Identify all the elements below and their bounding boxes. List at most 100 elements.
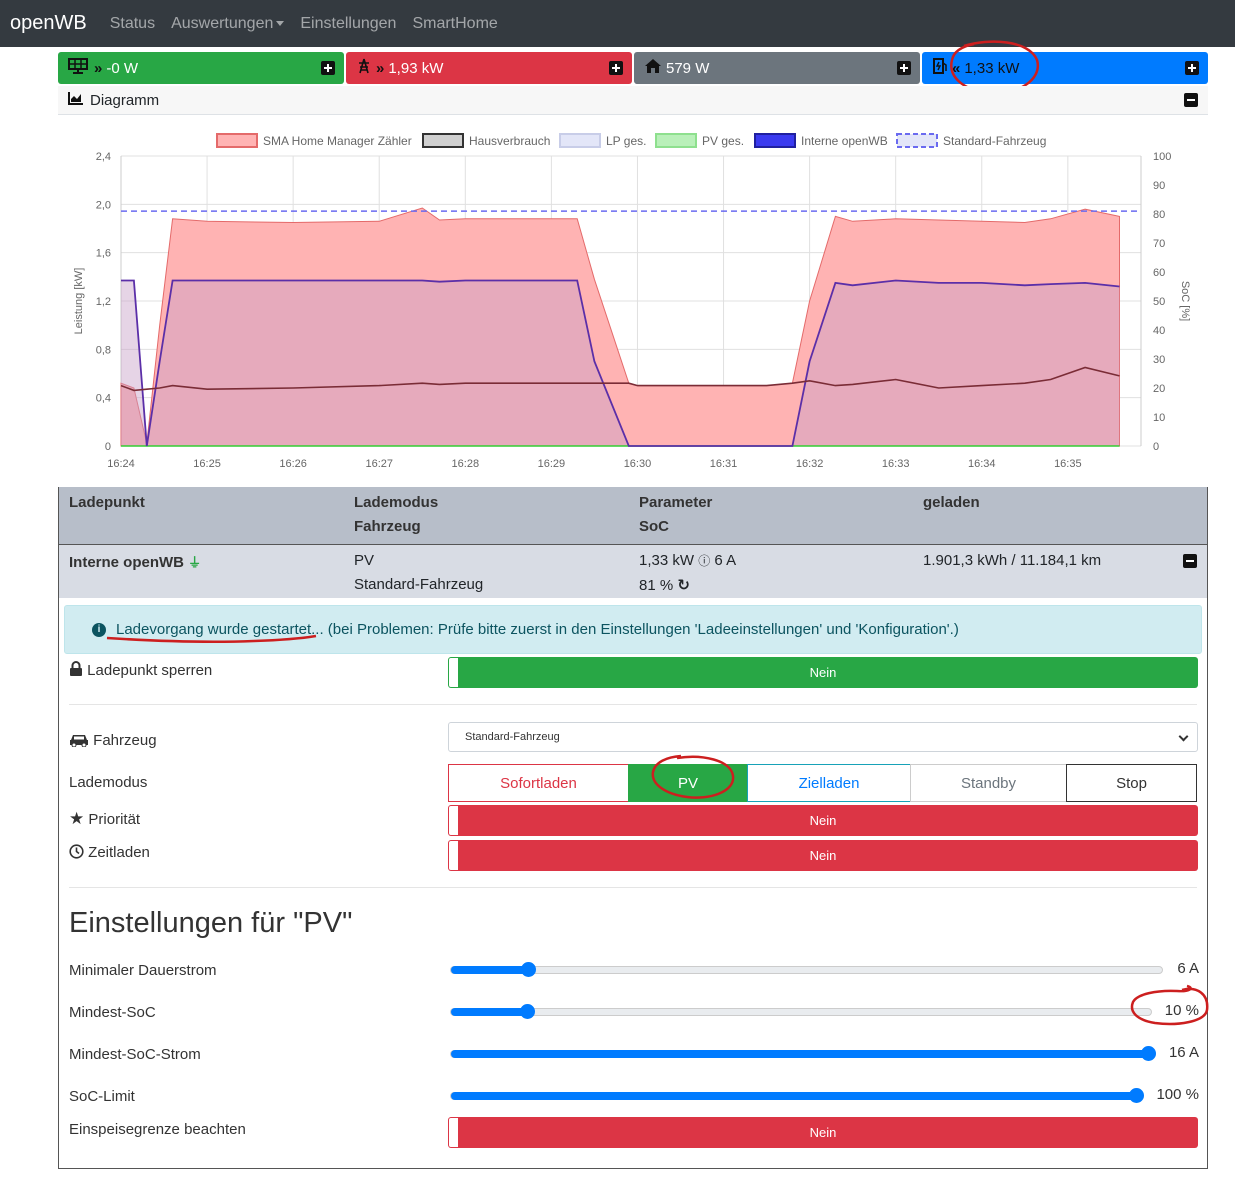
nav-einstellungen[interactable]: Einstellungen xyxy=(300,15,396,33)
x-tick-label: 16:28 xyxy=(452,458,480,470)
tile-grid-value: 1,93 kW xyxy=(388,59,444,77)
row-vehicle: Standard-Fahrzeug xyxy=(354,576,484,593)
plus-square-icon[interactable] xyxy=(609,61,623,75)
y2-tick-label: 60 xyxy=(1153,267,1165,279)
x-tick-label: 16:24 xyxy=(107,458,135,470)
chart-area-icon xyxy=(68,91,84,109)
legend-label: SMA Home Manager Zähler xyxy=(263,134,412,148)
double-chevron-right-icon: » xyxy=(94,59,103,77)
table-header: Ladepunkt Lademodus Fahrzeug Parameter S… xyxy=(59,487,1207,544)
slider-value: 10 % xyxy=(1164,1002,1199,1019)
plus-square-icon[interactable] xyxy=(1185,61,1199,75)
slider-thumb[interactable] xyxy=(520,1004,535,1019)
row-params: 1,33 kW ⓘ 6 A xyxy=(639,552,736,569)
plus-square-icon[interactable] xyxy=(321,61,335,75)
lock-label-row: Ladepunkt sperren xyxy=(69,661,212,679)
min-current-slider[interactable] xyxy=(450,962,1163,977)
power-chart: 2,4 2,0 1,6 1,2 0,8 0,4 0 100 90 80 70 60 50 40 30 20 10… xyxy=(58,116,1208,486)
mode-zielladen[interactable]: Zielladen xyxy=(747,764,911,802)
min-soc-slider[interactable] xyxy=(450,1004,1152,1019)
diagram-header[interactable]: Diagramm xyxy=(58,86,1208,115)
row-charged: 1.901,3 kWh / 11.184,1 km xyxy=(923,552,1102,569)
vehicle-select-value: Standard-Fahrzeug xyxy=(465,731,560,743)
row-mode: PV xyxy=(354,552,375,569)
slider-label: Mindest-SoC-Strom xyxy=(69,1046,201,1063)
tile-house[interactable]: 579 W xyxy=(634,52,920,84)
header-soc: SoC xyxy=(639,518,669,535)
row-soc: 81 % ↻ xyxy=(639,576,690,594)
mode-stop[interactable]: Stop xyxy=(1066,764,1197,802)
mode-sofortladen[interactable]: Sofortladen xyxy=(448,764,629,802)
x-tick-label: 16:27 xyxy=(365,458,393,470)
ladepunkt-table: Ladepunkt Lademodus Fahrzeug Parameter S… xyxy=(58,487,1209,1169)
slider-thumb[interactable] xyxy=(521,962,536,977)
header-parameter: Parameter xyxy=(639,494,713,511)
slider-value: 6 A xyxy=(1177,960,1199,977)
priority-label-row: ★ Priorität xyxy=(69,809,140,829)
slider-value: 16 A xyxy=(1168,1044,1199,1061)
minus-square-icon[interactable] xyxy=(1183,554,1197,568)
legend-swatch xyxy=(422,133,464,148)
priority-label: Priorität xyxy=(88,811,141,828)
brand-logo[interactable]: openWB xyxy=(10,12,87,35)
tile-pv[interactable]: » -0 W xyxy=(58,52,344,84)
info-circle-icon: ⓘ xyxy=(698,554,711,568)
chevron-down-icon xyxy=(1178,731,1189,742)
tile-charging[interactable]: « 1,33 kW xyxy=(922,52,1208,84)
x-tick-label: 16:33 xyxy=(882,458,910,470)
y2-axis-title: SoC [%] xyxy=(1179,281,1191,321)
vehicle-select[interactable]: Standard-Fahrzeug xyxy=(448,722,1198,752)
timer-toggle[interactable]: Nein xyxy=(448,840,1198,871)
power-tiles: » -0 W » 1,93 kW 579 W « 1,33 kW xyxy=(58,52,1208,84)
lock-toggle-value: Nein xyxy=(809,665,837,680)
toggle-knob xyxy=(449,1118,458,1147)
legend-swatch xyxy=(655,133,697,148)
alert-link[interactable]: Ladevorgang wurde gestartet... xyxy=(116,621,324,638)
slider-thumb[interactable] xyxy=(1141,1046,1156,1061)
y-axis-title: Leistung [kW] xyxy=(73,268,85,335)
nav-status[interactable]: Status xyxy=(110,15,155,33)
legend-swatch xyxy=(754,133,796,148)
nav-smarthome[interactable]: SmartHome xyxy=(412,15,497,33)
info-alert: i Ladevorgang wurde gestartet... (bei Pr… xyxy=(64,605,1202,654)
y2-tick-label: 0 xyxy=(1153,441,1159,453)
slider-fill xyxy=(451,1092,1136,1100)
y2-tick-label: 70 xyxy=(1153,238,1165,250)
legend-swatch xyxy=(559,133,601,148)
lock-label: Ladepunkt sperren xyxy=(87,662,213,679)
refresh-icon[interactable]: ↻ xyxy=(677,577,690,594)
row-power: 1,33 kW xyxy=(639,552,695,569)
x-tick-label: 16:32 xyxy=(796,458,824,470)
y2-tick-label: 80 xyxy=(1153,209,1165,221)
nav-auswertungen[interactable]: Auswertungen xyxy=(171,14,285,33)
y-tick-label: 0 xyxy=(105,441,111,453)
tile-grid[interactable]: » 1,93 kW xyxy=(346,52,632,84)
nav-auswertungen-label: Auswertungen xyxy=(171,14,274,32)
y2-tick-label: 100 xyxy=(1153,151,1171,163)
legend-label: Standard-Fahrzeug xyxy=(943,134,1046,148)
x-tick-label: 16:26 xyxy=(279,458,307,470)
slider-thumb[interactable] xyxy=(1129,1088,1144,1103)
y-tick-label: 2,0 xyxy=(96,199,111,211)
tile-charging-value: 1,33 kW xyxy=(964,59,1020,77)
clock-icon xyxy=(69,844,88,861)
x-tick-label: 16:29 xyxy=(538,458,566,470)
settings-title: Einstellungen für "PV" xyxy=(69,907,353,939)
mode-pv[interactable]: PV xyxy=(628,764,748,802)
minus-square-icon[interactable] xyxy=(1184,93,1198,107)
plus-square-icon[interactable] xyxy=(897,61,911,75)
toggle-knob xyxy=(449,658,458,687)
min-soc-current-slider[interactable] xyxy=(450,1046,1156,1061)
lock-toggle[interactable]: Nein xyxy=(448,657,1198,688)
mode-standby[interactable]: Standby xyxy=(910,764,1067,802)
lock-icon xyxy=(69,661,87,679)
divider xyxy=(69,887,1197,888)
y-tick-label: 0,4 xyxy=(96,393,111,405)
priority-toggle-value: Nein xyxy=(809,813,837,828)
car-icon xyxy=(69,732,93,749)
table-row[interactable]: Interne openWB ⏚ PV Standard-Fahrzeug 1,… xyxy=(59,544,1207,598)
feed-in-toggle[interactable]: Nein xyxy=(448,1117,1198,1148)
soc-limit-slider[interactable] xyxy=(450,1088,1144,1103)
tile-pv-value: -0 W xyxy=(106,59,139,77)
priority-toggle[interactable]: Nein xyxy=(448,805,1198,836)
